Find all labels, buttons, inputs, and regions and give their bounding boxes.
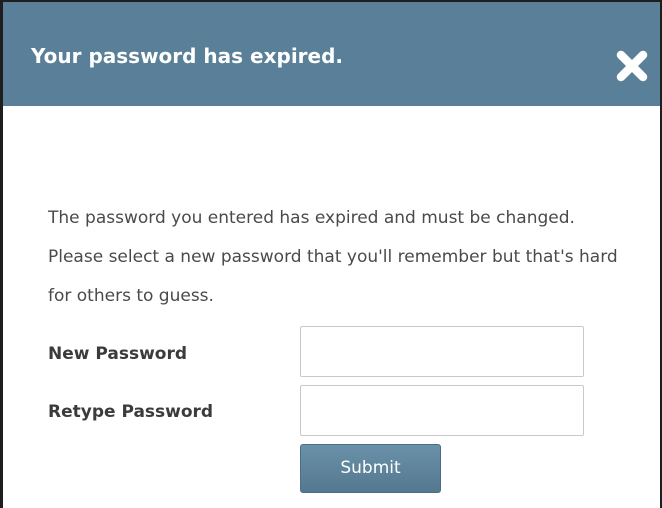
retype-password-label: Retype Password xyxy=(48,402,214,422)
close-x-icon[interactable] xyxy=(614,48,650,84)
submit-button[interactable]: Submit xyxy=(300,444,441,493)
new-password-label: New Password xyxy=(48,344,188,364)
password-expired-dialog: Your password has expired. The password … xyxy=(0,0,662,508)
retype-password-input[interactable] xyxy=(300,385,584,436)
expired-message: The password you entered has expired and… xyxy=(48,208,618,306)
new-password-input[interactable] xyxy=(300,326,584,377)
close-button[interactable] xyxy=(614,48,650,84)
dialog-header: Your password has expired. xyxy=(3,2,660,106)
dialog-title: Your password has expired. xyxy=(31,44,344,68)
